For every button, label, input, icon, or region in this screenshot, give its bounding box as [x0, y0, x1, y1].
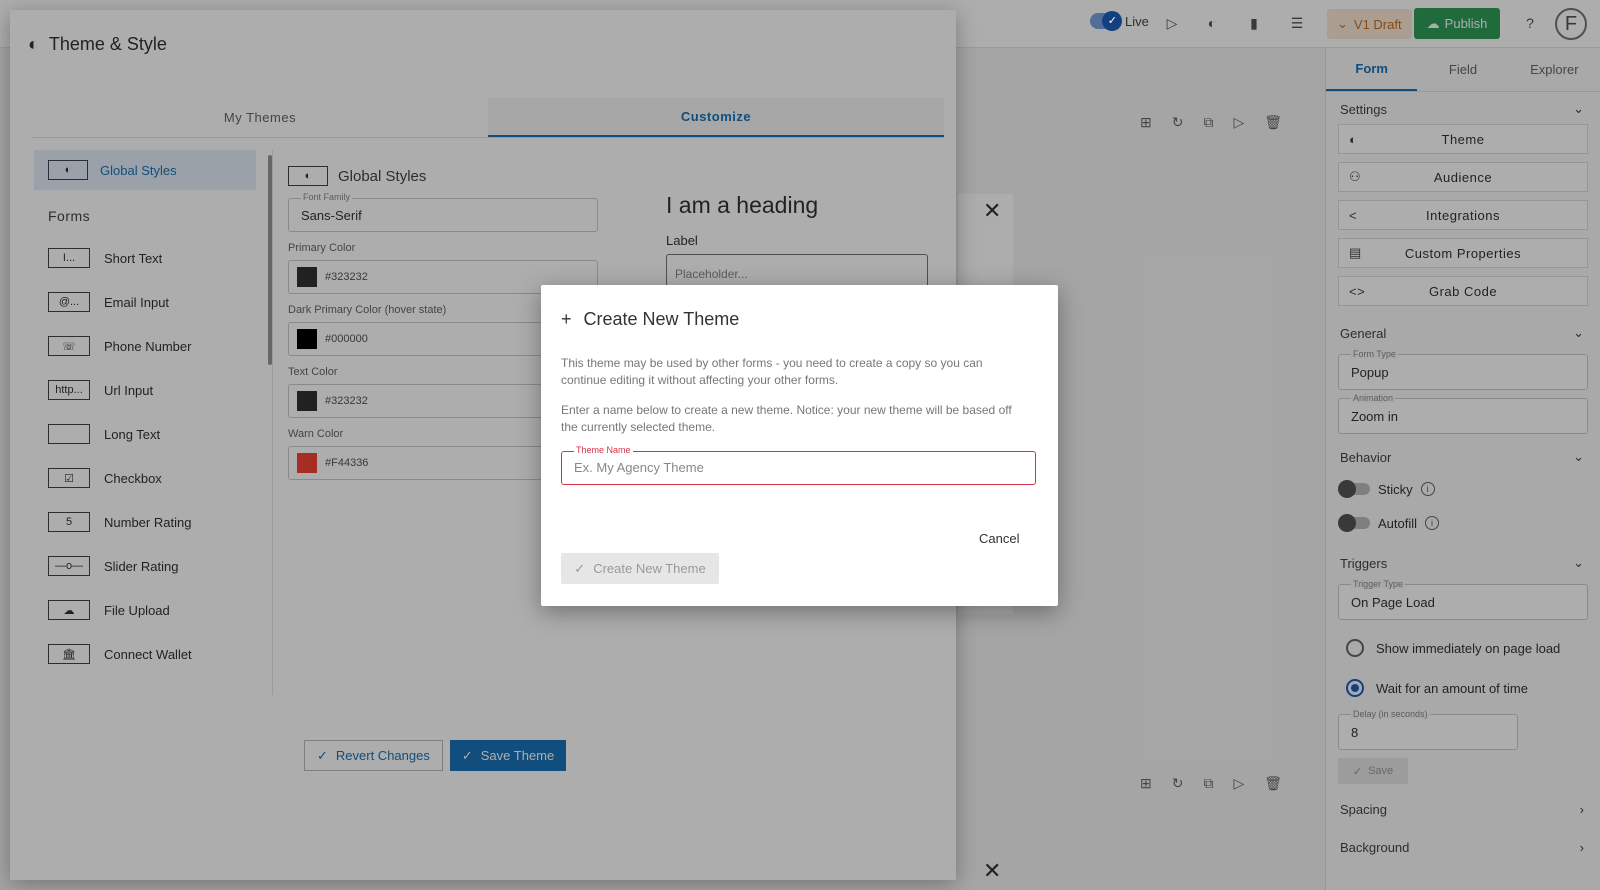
create-button-label: Create New Theme	[593, 561, 706, 576]
create-dialog-description: This theme may be used by other forms - …	[561, 356, 983, 387]
create-dialog-title: + Create New Theme	[561, 309, 739, 330]
cancel-button[interactable]: Cancel	[979, 531, 1019, 546]
check-icon: ✓	[574, 560, 586, 576]
create-new-theme-button[interactable]: ✓ Create New Theme	[561, 553, 719, 584]
create-dialog-notice: Enter a name below to create a new theme…	[561, 403, 1012, 434]
create-dialog-title-text: Create New Theme	[583, 309, 740, 329]
theme-name-field[interactable]: Theme Name	[561, 445, 1036, 485]
theme-name-label: Theme Name	[574, 445, 633, 455]
theme-name-input[interactable]	[574, 460, 1024, 475]
create-theme-dialog: + Create New Theme This theme may be use…	[541, 285, 1058, 606]
plus-icon: +	[561, 309, 572, 329]
